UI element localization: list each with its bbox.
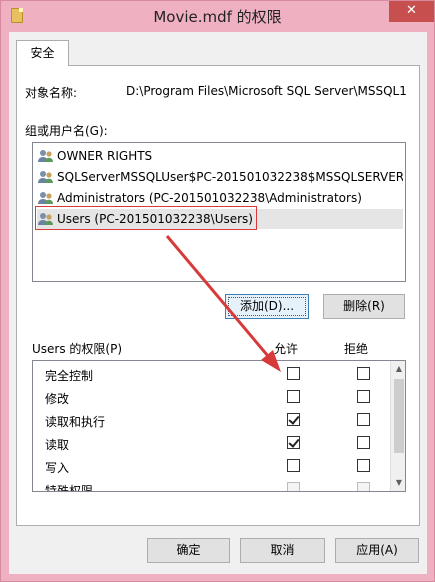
deny-checkbox[interactable] — [357, 390, 370, 403]
permission-row: 读取 — [33, 432, 389, 455]
remove-button[interactable]: 删除(R) — [323, 294, 405, 319]
user-group-icon — [38, 191, 53, 204]
allow-checkbox[interactable] — [287, 436, 300, 449]
list-item-sqlserver-user[interactable]: SQLServerMSSQLUser$PC-201501032238$MSSQL… — [37, 167, 403, 187]
object-name-label: 对象名称: — [25, 86, 78, 100]
allow-checkbox[interactable] — [287, 390, 300, 403]
scroll-down-icon[interactable]: ▼ — [391, 475, 405, 491]
add-button[interactable]: 添加(D)... — [225, 294, 309, 319]
close-button[interactable]: ✕ — [389, 1, 434, 22]
user-group-icon — [38, 170, 53, 183]
deny-checkbox[interactable] — [357, 459, 370, 472]
permission-row: 完全控制 — [33, 363, 389, 386]
list-item-administrators[interactable]: Administrators (PC-201501032238\Administ… — [37, 188, 403, 208]
deny-column-header: 拒绝 — [344, 342, 369, 356]
permission-row: 特殊权限 — [33, 478, 389, 492]
permission-name: 写入 — [45, 461, 70, 475]
permissions-list: 完全控制 修改 读取和执行 读取 写入 特殊权限 ▲ ▼ — [32, 360, 406, 492]
permission-name: 读取 — [45, 438, 70, 452]
scroll-up-icon[interactable]: ▲ — [391, 361, 405, 377]
list-item-owner-rights[interactable]: OWNER RIGHTS — [37, 146, 403, 166]
allow-column-header: 允许 — [274, 342, 299, 356]
allow-checkbox[interactable] — [287, 367, 300, 380]
annotation-highlight-box — [35, 206, 257, 230]
deny-checkbox — [357, 482, 370, 491]
tab-security[interactable]: 安全 — [16, 40, 69, 66]
title-bar[interactable]: Movie.mdf 的权限 ✕ — [1, 1, 434, 31]
scroll-thumb[interactable] — [394, 379, 404, 453]
allow-checkbox — [287, 482, 300, 491]
permission-name: 特殊权限 — [45, 484, 94, 492]
groups-label: 组或用户名(G): — [25, 124, 108, 138]
permission-name: 完全控制 — [45, 369, 94, 383]
permission-row: 修改 — [33, 386, 389, 409]
permission-name: 读取和执行 — [45, 415, 106, 429]
allow-checkbox[interactable] — [287, 413, 300, 426]
permissions-dialog: Movie.mdf 的权限 ✕ 安全 对象名称: D:\Program File… — [0, 0, 435, 582]
apply-button[interactable]: 应用(A) — [335, 538, 419, 563]
list-item-label: Administrators (PC-201501032238\Administ… — [57, 191, 362, 205]
permissions-label: Users 的权限(P) — [32, 342, 123, 356]
permission-row: 写入 — [33, 455, 389, 478]
deny-checkbox[interactable] — [357, 436, 370, 449]
list-item-label: SQLServerMSSQLUser$PC-201501032238$MSSQL… — [57, 170, 403, 184]
deny-checkbox[interactable] — [357, 413, 370, 426]
permission-name: 修改 — [45, 392, 70, 406]
user-group-icon — [38, 149, 53, 162]
dialog-client-area: 安全 对象名称: D:\Program Files\Microsoft SQL … — [9, 32, 427, 574]
window-title: Movie.mdf 的权限 — [153, 8, 282, 26]
permission-row: 读取和执行 — [33, 409, 389, 432]
ok-button[interactable]: 确定 — [147, 538, 230, 563]
permissions-scrollbar[interactable]: ▲ ▼ — [390, 361, 405, 491]
allow-checkbox[interactable] — [287, 459, 300, 472]
list-item-label: OWNER RIGHTS — [57, 149, 153, 163]
object-name-value: D:\Program Files\Microsoft SQL Server\MS… — [126, 84, 407, 98]
deny-checkbox[interactable] — [357, 367, 370, 380]
cancel-button[interactable]: 取消 — [240, 538, 325, 563]
